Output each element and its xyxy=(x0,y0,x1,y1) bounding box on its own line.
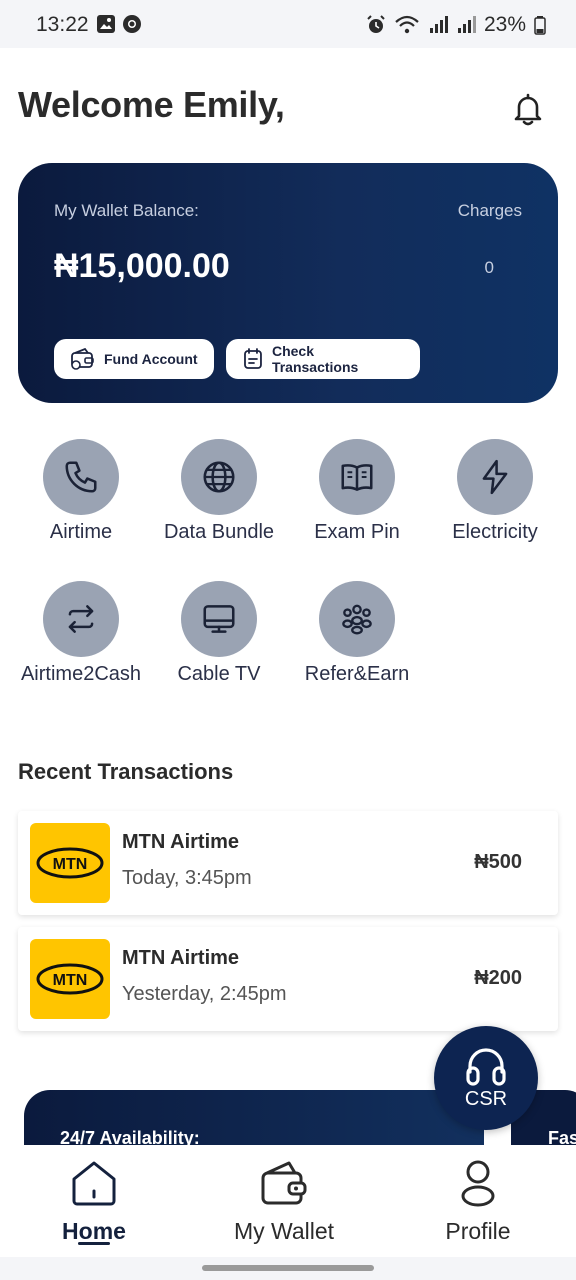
image-icon xyxy=(97,15,115,33)
service-icon-circle xyxy=(43,581,119,657)
mtn-logo: MTN xyxy=(30,823,110,903)
fund-account-label: Fund Account xyxy=(104,351,198,367)
bell-icon xyxy=(514,93,542,126)
service-icon-circle xyxy=(43,439,119,515)
service-label: Exam Pin xyxy=(314,521,400,543)
people-icon xyxy=(342,604,372,635)
transaction-time: Yesterday, 2:45pm xyxy=(122,983,287,1005)
service-exam-pin[interactable]: Exam Pin xyxy=(288,439,426,544)
notification-button[interactable] xyxy=(510,91,546,127)
mtn-logo-mark: MTN xyxy=(36,963,104,995)
signal-icon xyxy=(429,16,448,33)
phone-icon xyxy=(65,461,97,493)
wallet-balance-label: My Wallet Balance: xyxy=(54,201,199,220)
chrome-icon xyxy=(123,15,141,33)
mtn-logo-mark: MTN xyxy=(36,847,104,879)
service-electricity[interactable]: Electricity xyxy=(426,439,564,544)
monitor-icon xyxy=(203,605,235,633)
service-label: Airtime xyxy=(49,521,113,543)
status-right: 23% xyxy=(366,13,546,37)
wallet-balance: ₦15,000.00 xyxy=(54,247,230,285)
nav-profile[interactable]: Profile xyxy=(403,1159,553,1245)
book-icon xyxy=(341,464,373,491)
receipt-icon xyxy=(244,348,262,369)
alarm-icon xyxy=(367,15,385,33)
home-icon xyxy=(72,1161,116,1206)
gesture-handle[interactable] xyxy=(202,1265,374,1271)
battery-icon xyxy=(534,16,546,35)
service-label: Data Bundle xyxy=(163,521,275,543)
transaction-name: MTN Airtime xyxy=(122,947,240,969)
service-icon-circle xyxy=(457,439,533,515)
service-airtime[interactable]: Airtime xyxy=(12,439,150,544)
status-bar: 13:22 23% xyxy=(0,0,576,48)
nav-label: Home xyxy=(62,1218,126,1244)
charges-value: 0 xyxy=(484,258,494,277)
swap-icon xyxy=(68,605,94,633)
battery-percent: 23% xyxy=(483,13,526,36)
transaction-amount: ₦200 xyxy=(474,967,522,989)
signal-icon-2 xyxy=(457,16,476,33)
charges-label: Charges xyxy=(457,201,522,220)
service-data-bundle[interactable]: Data Bundle xyxy=(150,439,288,544)
recent-transactions-title: Recent Transactions xyxy=(18,759,234,784)
globe-icon xyxy=(203,461,235,493)
transaction-name: MTN Airtime xyxy=(122,831,240,853)
service-label: Electricity xyxy=(452,521,538,543)
status-time: 13:22 xyxy=(36,13,89,36)
nav-active-indicator xyxy=(78,1242,110,1245)
user-icon xyxy=(461,1160,495,1207)
nav-home[interactable]: Home xyxy=(19,1159,169,1245)
transaction-amount: ₦500 xyxy=(474,851,522,873)
csr-button[interactable]: CSR xyxy=(434,1026,538,1130)
check-transactions-label: Check Transactions xyxy=(271,343,359,375)
headset-icon xyxy=(466,1047,506,1086)
mtn-logo-text: MTN xyxy=(53,856,88,873)
service-label: Refer&Earn xyxy=(304,663,410,685)
nav-my-wallet[interactable]: My Wallet xyxy=(209,1159,359,1245)
csr-label: CSR xyxy=(464,1087,508,1110)
service-label: Cable TV xyxy=(177,663,261,685)
service-icon-circle xyxy=(319,439,395,515)
service-refer-earn[interactable]: Refer&Earn xyxy=(288,581,426,686)
promo-banner[interactable]: 24/7 Availability: xyxy=(24,1090,484,1150)
transaction-row[interactable]: MTN MTN Airtime Yesterday, 2:45pm ₦200 xyxy=(18,927,558,1031)
service-airtime2cash[interactable]: Airtime2Cash xyxy=(12,581,150,686)
wallet-add-icon xyxy=(71,348,94,370)
service-icon-circle xyxy=(181,439,257,515)
mtn-logo-text: MTN xyxy=(53,972,88,989)
mtn-logo: MTN xyxy=(30,939,110,1019)
transaction-row[interactable]: MTN MTN Airtime Today, 3:45pm ₦500 xyxy=(18,811,558,915)
wallet-card: My Wallet Balance: Charges ₦15,000.00 0 … xyxy=(18,163,558,403)
service-label: Airtime2Cash xyxy=(20,663,142,685)
welcome-title: Welcome Emily, xyxy=(18,84,285,125)
wallet-icon xyxy=(261,1161,307,1205)
lightning-icon xyxy=(482,459,508,495)
nav-label: Profile xyxy=(445,1218,511,1244)
status-left-icons xyxy=(96,14,142,34)
service-cable-tv[interactable]: Cable TV xyxy=(150,581,288,686)
nav-label: My Wallet xyxy=(233,1218,335,1244)
wifi-icon xyxy=(395,15,419,34)
fund-account-button[interactable]: Fund Account xyxy=(54,339,214,379)
bottom-nav: Home My Wallet Profile xyxy=(0,1145,576,1257)
transaction-time: Today, 3:45pm xyxy=(122,867,252,889)
service-icon-circle xyxy=(319,581,395,657)
service-icon-circle xyxy=(181,581,257,657)
check-transactions-button[interactable]: Check Transactions xyxy=(226,339,420,379)
